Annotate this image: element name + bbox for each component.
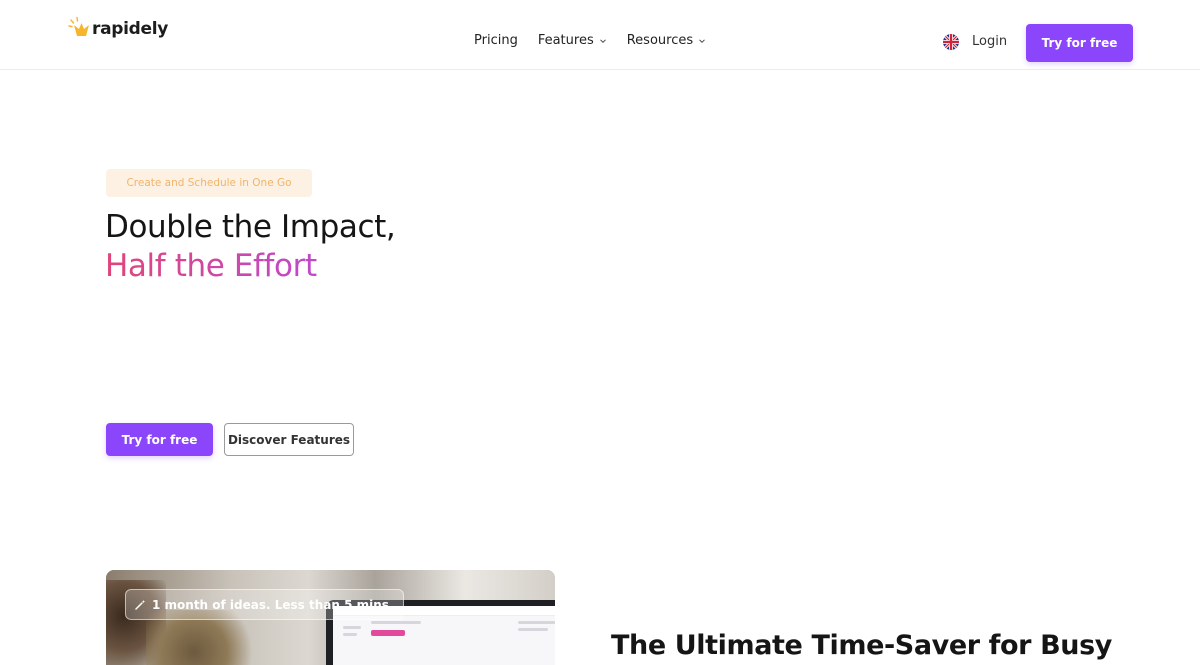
nav-pricing-label: Pricing xyxy=(474,33,518,48)
main-nav: Pricing Features Resources xyxy=(474,33,706,48)
uk-flag-icon[interactable] xyxy=(943,34,959,50)
site-header: rapidely Pricing Features Resources Logi… xyxy=(0,0,1200,70)
login-link[interactable]: Login xyxy=(972,34,1007,49)
nav-resources[interactable]: Resources xyxy=(627,33,706,48)
header-try-free-button[interactable]: Try for free xyxy=(1026,24,1133,62)
magic-wand-icon xyxy=(135,599,146,610)
logo[interactable]: rapidely xyxy=(68,16,168,42)
screen-line xyxy=(343,626,361,629)
hero-title-line2: Half the Effort xyxy=(105,247,395,286)
discover-features-button[interactable]: Discover Features xyxy=(224,423,354,456)
screen-line xyxy=(371,621,421,624)
hero-media-image: 1 month of ideas. Less than 5 mins. xyxy=(106,570,555,665)
nav-resources-label: Resources xyxy=(626,33,694,48)
chevron-down-icon xyxy=(599,38,606,43)
screen-button xyxy=(371,630,405,636)
section-title: The Ultimate Time-Saver for Busy xyxy=(611,630,1112,661)
nav-pricing[interactable]: Pricing xyxy=(474,33,518,48)
hero-try-free-button[interactable]: Try for free xyxy=(106,423,213,456)
nav-features[interactable]: Features xyxy=(538,33,607,48)
logo-text: rapidely xyxy=(92,19,169,39)
media-caption-pill: 1 month of ideas. Less than 5 mins. xyxy=(125,589,405,620)
hero-title: Double the Impact, Half the Effort xyxy=(105,208,396,286)
screen-line xyxy=(518,621,555,624)
logo-mark-icon xyxy=(68,16,94,42)
screen-line xyxy=(518,628,548,631)
media-caption-text: 1 month of ideas. Less than 5 mins. xyxy=(152,597,394,612)
nav-features-label: Features xyxy=(537,33,594,48)
hero-title-line1: Double the Impact, xyxy=(105,209,396,245)
chevron-down-icon xyxy=(699,38,705,43)
tagline-badge: Create and Schedule in One Go xyxy=(106,169,312,197)
screen-line xyxy=(343,633,357,636)
